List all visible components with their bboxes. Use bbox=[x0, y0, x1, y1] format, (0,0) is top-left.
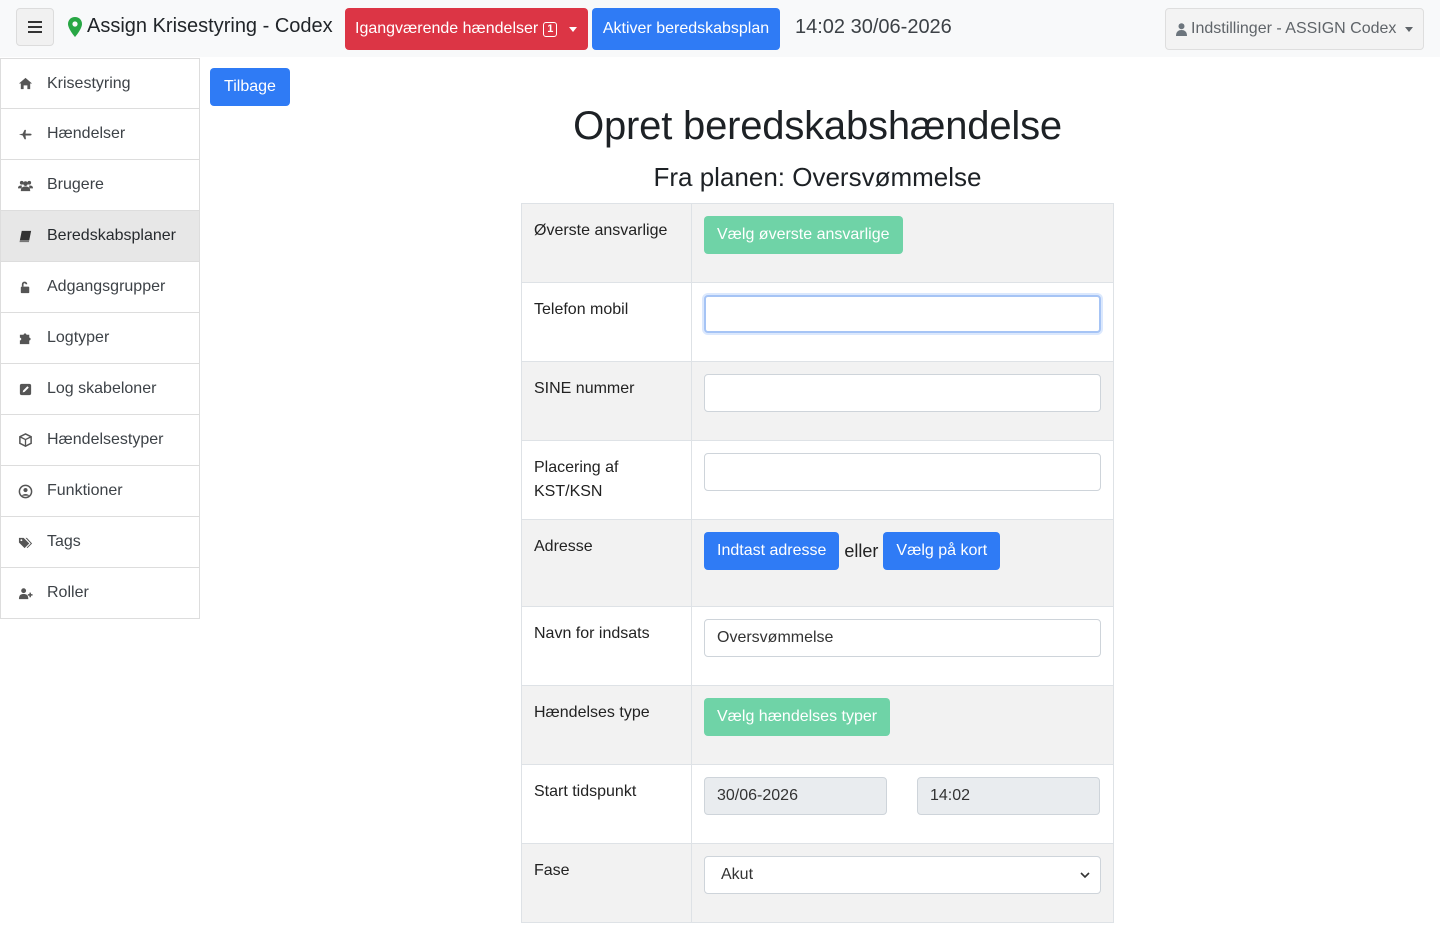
sidebar-item-label: Beredskabsplaner bbox=[47, 227, 176, 244]
sidebar: Krisestyring Hændelser Brugere Beredskab… bbox=[0, 58, 200, 619]
edit-icon bbox=[17, 381, 33, 397]
address-or-text: eller bbox=[844, 540, 879, 561]
address-label: Adresse bbox=[521, 519, 692, 607]
sidebar-item-krisestyring[interactable]: Krisestyring bbox=[0, 58, 200, 109]
form-row-sine: SINE nummer bbox=[521, 361, 1114, 441]
address-actions: Indtast adresse eller Vælg på kort bbox=[704, 532, 1101, 570]
menu-toggle-button[interactable] bbox=[16, 8, 54, 46]
phase-selected-value: Akut bbox=[721, 866, 754, 883]
users-icon bbox=[17, 177, 33, 193]
form-row-phase: Fase Akut bbox=[521, 843, 1114, 923]
sidebar-item-logtyper[interactable]: Logtyper bbox=[0, 313, 200, 364]
settings-dropdown[interactable]: Indstillinger - ASSIGN Codex bbox=[1165, 8, 1424, 50]
app-brand[interactable]: Assign Krisestyring - Codex bbox=[68, 15, 333, 38]
sidebar-item-label: Funktioner bbox=[47, 482, 123, 499]
start-time-field bbox=[917, 777, 1100, 815]
caret-down-icon bbox=[569, 26, 578, 32]
puzzle-icon bbox=[17, 330, 33, 346]
sidebar-item-roller[interactable]: Roller bbox=[0, 568, 200, 619]
event-form-table: Øverste ansvarlige Vælg øverste ansvarli… bbox=[521, 203, 1114, 923]
sidebar-item-haendelsestyper[interactable]: Hændelsestyper bbox=[0, 415, 200, 466]
page-subtitle: Fra planen: Oversvømmelse bbox=[653, 162, 982, 192]
ongoing-events-dropdown[interactable]: Igangværende hændelser 1 bbox=[345, 8, 588, 50]
start-time-label: Start tidspunkt bbox=[521, 764, 692, 844]
phase-select[interactable]: Akut bbox=[704, 856, 1101, 894]
form-row-top-responsible: Øverste ansvarlige Vælg øverste ansvarli… bbox=[521, 203, 1114, 283]
select-top-responsible-button[interactable]: Vælg øverste ansvarlige bbox=[704, 216, 903, 254]
sidebar-item-brugere[interactable]: Brugere bbox=[0, 160, 200, 211]
ongoing-count-badge: 1 bbox=[543, 21, 558, 37]
user-icon bbox=[1176, 22, 1187, 36]
placement-input[interactable] bbox=[704, 453, 1101, 491]
form-row-placement: Placering af KST/KSN bbox=[521, 440, 1114, 520]
sidebar-item-label: Hændelser bbox=[47, 125, 126, 142]
back-button[interactable]: Tilbage bbox=[210, 68, 290, 106]
form-row-event-type: Hændelses type Vælg hændelses typer bbox=[521, 685, 1114, 765]
top-responsible-label: Øverste ansvarlige bbox=[521, 203, 692, 283]
phone-input[interactable] bbox=[704, 295, 1101, 333]
operation-name-label: Navn for indsats bbox=[521, 606, 692, 686]
hamburger-icon bbox=[28, 21, 42, 33]
sidebar-item-label: Brugere bbox=[47, 176, 104, 193]
placement-label: Placering af KST/KSN bbox=[521, 440, 692, 520]
book-icon bbox=[17, 228, 33, 244]
sidebar-item-funktioner[interactable]: Funktioner bbox=[0, 466, 200, 517]
sidebar-item-label: Adgangsgrupper bbox=[47, 278, 166, 295]
operation-name-input[interactable] bbox=[704, 619, 1101, 657]
start-date-field bbox=[704, 777, 887, 815]
form-row-start-time: Start tidspunkt bbox=[521, 764, 1114, 844]
app-title: Assign Krisestyring - Codex bbox=[87, 15, 333, 37]
sine-label: SINE nummer bbox=[521, 361, 692, 441]
sidebar-item-label: Roller bbox=[47, 584, 89, 601]
enter-address-button[interactable]: Indtast adresse bbox=[704, 532, 840, 570]
user-plus-icon bbox=[17, 585, 33, 601]
user-circle-icon bbox=[17, 483, 33, 499]
current-datetime: 14:02 30/06-2026 bbox=[795, 16, 952, 38]
form-row-operation-name: Navn for indsats bbox=[521, 606, 1114, 686]
page-title: Opret beredskabshændelse bbox=[573, 104, 1062, 148]
sidebar-item-label: Tags bbox=[47, 533, 81, 550]
select-event-types-button[interactable]: Vælg hændelses typer bbox=[704, 698, 891, 736]
form-row-phone: Telefon mobil bbox=[521, 282, 1114, 362]
ongoing-events-label: Igangværende hændelser bbox=[355, 20, 539, 37]
sidebar-item-label: Hændelsestyper bbox=[47, 431, 164, 448]
caret-down-icon bbox=[1405, 26, 1414, 32]
settings-label: Indstillinger - ASSIGN Codex bbox=[1191, 20, 1397, 37]
phase-label: Fase bbox=[521, 843, 692, 923]
sidebar-item-beredskabsplaner[interactable]: Beredskabsplaner bbox=[0, 211, 200, 262]
chevron-down-icon bbox=[1080, 871, 1090, 878]
sidebar-item-haendelser[interactable]: Hændelser bbox=[0, 109, 200, 160]
plane-icon bbox=[17, 126, 33, 142]
phone-label: Telefon mobil bbox=[521, 282, 692, 362]
top-navbar: Assign Krisestyring - Codex Igangværende… bbox=[0, 0, 1440, 57]
map-pin-icon bbox=[68, 16, 82, 37]
select-on-map-button[interactable]: Vælg på kort bbox=[883, 532, 1001, 570]
activate-plan-button[interactable]: Aktiver beredskabsplan bbox=[592, 8, 780, 50]
tags-icon bbox=[17, 534, 33, 550]
sidebar-item-adgangsgrupper[interactable]: Adgangsgrupper bbox=[0, 262, 200, 313]
sidebar-item-log-skabeloner[interactable]: Log skabeloner bbox=[0, 364, 200, 415]
sidebar-item-label: Krisestyring bbox=[47, 74, 131, 92]
cube-icon bbox=[17, 432, 33, 448]
sidebar-item-label: Log skabeloner bbox=[47, 380, 157, 397]
unlock-icon bbox=[17, 279, 33, 295]
home-icon bbox=[17, 76, 33, 92]
form-row-address: Adresse Indtast adresse eller Vælg på ko… bbox=[521, 519, 1114, 607]
sine-input[interactable] bbox=[704, 374, 1101, 412]
sidebar-item-tags[interactable]: Tags bbox=[0, 517, 200, 568]
event-type-label: Hændelses type bbox=[521, 685, 692, 765]
sidebar-item-label: Logtyper bbox=[47, 329, 110, 346]
